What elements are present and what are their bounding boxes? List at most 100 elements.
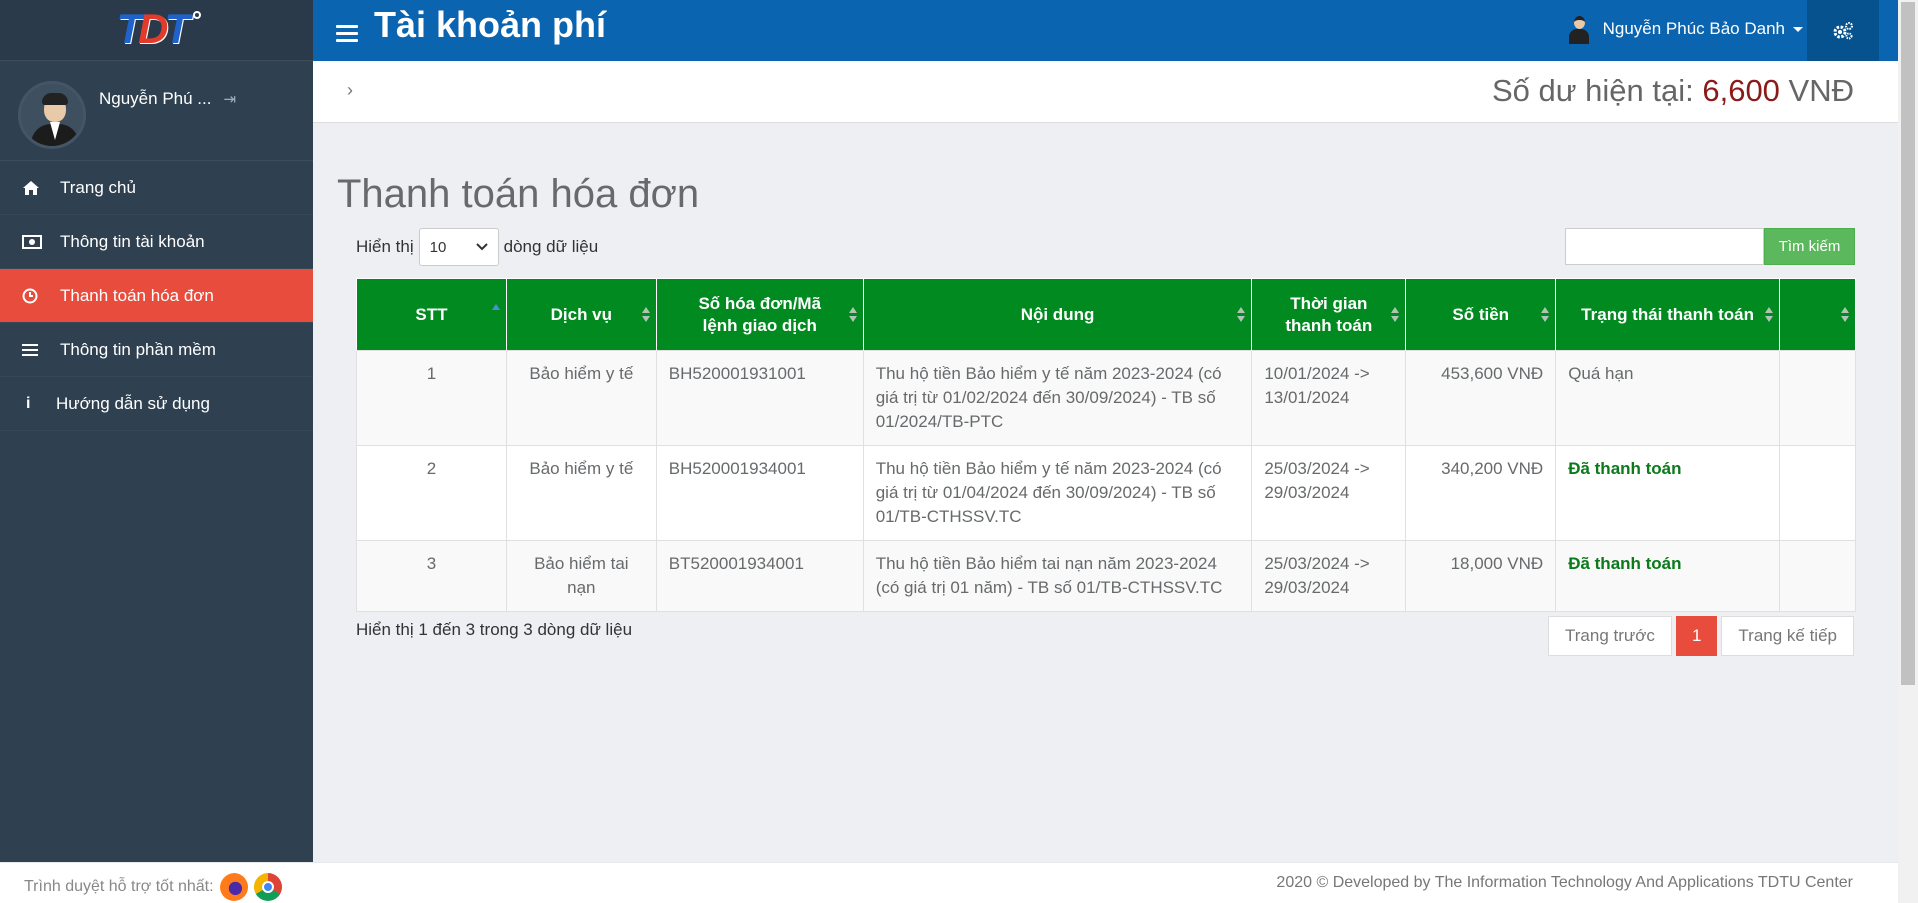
breadcrumb-bar: › Số dư hiện tại: 6,600 VNĐ (313, 61, 1898, 123)
cell-action (1779, 445, 1856, 541)
sort-ascending-icon (491, 304, 500, 310)
cell-stt: 3 (356, 540, 507, 612)
sidebar-item-bill-payment[interactable]: Thanh toán hóa đơn (0, 269, 313, 323)
table-row: 3 Bảo hiểm tai nạn BT520001934001 Thu hộ… (356, 540, 1856, 612)
cell-stt: 1 (356, 350, 507, 446)
chrome-icon[interactable] (253, 873, 282, 901)
copyright-text: 2020 © Developed by The Information Tech… (1276, 874, 1853, 891)
caret-down-icon (1793, 26, 1803, 32)
top-navbar: Tài khoản phí Nguyễn Phúc Bảo Danh (313, 0, 1898, 61)
settings-button[interactable] (1807, 0, 1879, 61)
page-1-button[interactable]: 1 (1675, 616, 1718, 656)
column-header-stt[interactable]: STT (356, 278, 507, 351)
column-header-action[interactable] (1779, 278, 1856, 351)
content-title: Thanh toán hóa đơn (337, 172, 700, 216)
user-menu-dropdown[interactable]: Nguyễn Phúc Bảo Danh (1567, 14, 1803, 44)
column-header-time[interactable]: Thời gian thanh toán (1251, 278, 1407, 351)
cell-content: Thu hộ tiền Bảo hiểm y tế năm 2023-2024 … (862, 350, 1253, 446)
cell-status: Đã thanh toán (1555, 540, 1780, 612)
table-row: 1 Bảo hiểm y tế BH520001931001 Thu hộ ti… (356, 350, 1856, 446)
column-header-amount[interactable]: Số tiền (1405, 278, 1557, 351)
user-name: Nguyễn Phúc Bảo Danh (1602, 19, 1785, 38)
table-row: 2 Bảo hiểm y tế BH520001934001 Thu hộ ti… (356, 445, 1856, 541)
search-control: Tìm kiếm (1565, 228, 1855, 265)
page-heading: Tài khoản phí (374, 3, 607, 45)
sidebar-item-software-info[interactable]: Thông tin phần mềm (0, 323, 313, 377)
column-header-service[interactable]: Dịch vụ (505, 278, 657, 351)
cell-time: 25/03/2024 -> 29/03/2024 (1251, 445, 1407, 541)
sort-icon (641, 307, 650, 322)
sort-icon (1237, 307, 1246, 322)
sidebar-item-label: Trang chủ (60, 177, 136, 197)
cell-service: Bảo hiểm tai nạn (505, 540, 657, 612)
hamburger-menu-icon[interactable] (336, 25, 358, 46)
gears-icon (1833, 21, 1853, 39)
balance-label: Số dư hiện tại: (1492, 73, 1694, 108)
cell-amount: 340,200 VNĐ (1405, 445, 1557, 541)
column-header-invoice[interactable]: Số hóa đơn/Mã lệnh giao dịch (655, 278, 864, 351)
sort-icon (1391, 307, 1400, 322)
cell-service: Bảo hiểm y tế (505, 445, 657, 541)
sort-icon (848, 307, 857, 322)
length-suffix: dòng dữ liệu (503, 237, 599, 256)
user-avatar (1567, 14, 1591, 44)
clock-icon (22, 288, 60, 304)
footer: Trình duyệt hỗ trợ tốt nhất: 2020 © Deve… (0, 862, 1898, 903)
info-icon: i (26, 394, 31, 412)
search-button[interactable]: Tìm kiếm (1764, 228, 1855, 265)
scrollbar-thumb[interactable] (1901, 2, 1915, 685)
firefox-icon[interactable] (219, 873, 248, 901)
column-header-status[interactable]: Trạng thái thanh toán (1555, 278, 1780, 351)
cell-invoice: BT520001934001 (655, 540, 864, 612)
prev-page-button[interactable]: Trang trước (1548, 616, 1672, 656)
sort-icon (1841, 307, 1849, 322)
cell-content: Thu hộ tiền Bảo hiểm tai nạn năm 2023-20… (862, 540, 1253, 612)
cell-invoice: BH520001934001 (655, 445, 864, 541)
user-profile: Nguyễn Phú ... ⇥ (0, 61, 313, 161)
table-header-row: STT Dịch vụ Số hóa đơn/Mã lệnh giao dịch… (356, 278, 1856, 351)
cell-content: Thu hộ tiền Bảo hiểm y tế năm 2023-2024 … (862, 445, 1253, 541)
cell-status: Quá hạn (1555, 350, 1780, 446)
cell-action (1779, 350, 1856, 446)
cell-amount: 453,600 VNĐ (1405, 350, 1557, 446)
sidebar-item-home[interactable]: Trang chủ (0, 161, 313, 215)
cell-stt: 2 (356, 445, 507, 541)
sidebar-item-user-guide[interactable]: i Hướng dẫn sử dụng (0, 377, 313, 431)
table-info: Hiển thị 1 đến 3 trong 3 dòng dữ liệu (356, 620, 633, 639)
search-input[interactable] (1565, 228, 1764, 265)
sidebar-item-label: Thông tin phần mềm (60, 339, 216, 359)
bills-table: STT Dịch vụ Số hóa đơn/Mã lệnh giao dịch… (356, 278, 1856, 612)
logout-icon[interactable]: ⇥ (223, 90, 236, 108)
pagination: Trang trước 1 Trang kế tiếp (1548, 616, 1854, 656)
chevron-right-icon: › (347, 80, 353, 100)
current-balance: Số dư hiện tại: 6,600 VNĐ (1492, 73, 1854, 109)
sort-icon (1765, 307, 1773, 322)
money-icon (22, 234, 60, 249)
length-prefix: Hiển thị (356, 237, 414, 256)
page-length-select[interactable]: 10 (418, 228, 499, 266)
page-length-value: 10 (429, 238, 447, 256)
cell-service: Bảo hiểm y tế (505, 350, 657, 446)
column-header-content[interactable]: Nội dung (862, 278, 1253, 351)
balance-currency: VNĐ (1788, 73, 1854, 108)
sidebar-item-label: Thanh toán hóa đơn (60, 285, 214, 305)
cell-time: 25/03/2024 -> 29/03/2024 (1251, 540, 1407, 612)
sidebar-item-account-info[interactable]: Thông tin tài khoản (0, 215, 313, 269)
home-icon (22, 180, 60, 196)
cell-invoice: BH520001931001 (655, 350, 864, 446)
cell-amount: 18,000 VNĐ (1405, 540, 1557, 612)
next-page-button[interactable]: Trang kế tiếp (1721, 616, 1854, 656)
page-scrollbar[interactable] (1898, 0, 1918, 903)
page-length-control: Hiển thị 10 dòng dữ liệu (356, 228, 598, 266)
balance-amount: 6,600 (1702, 73, 1780, 108)
sort-icon (1541, 307, 1550, 322)
cell-status: Đã thanh toán (1555, 445, 1780, 541)
cell-time: 10/01/2024 -> 13/01/2024 (1251, 350, 1407, 446)
sidebar-item-label: Thông tin tài khoản (60, 231, 205, 251)
logo-area: TDT (0, 0, 313, 61)
tdtu-logo[interactable]: TDT (117, 7, 201, 53)
profile-name[interactable]: Nguyễn Phú ... (99, 89, 211, 109)
avatar[interactable] (18, 81, 86, 149)
sidebar: TDT Nguyễn Phú ... ⇥ Trang chủ Thông tin… (0, 0, 313, 862)
list-icon (22, 343, 60, 357)
